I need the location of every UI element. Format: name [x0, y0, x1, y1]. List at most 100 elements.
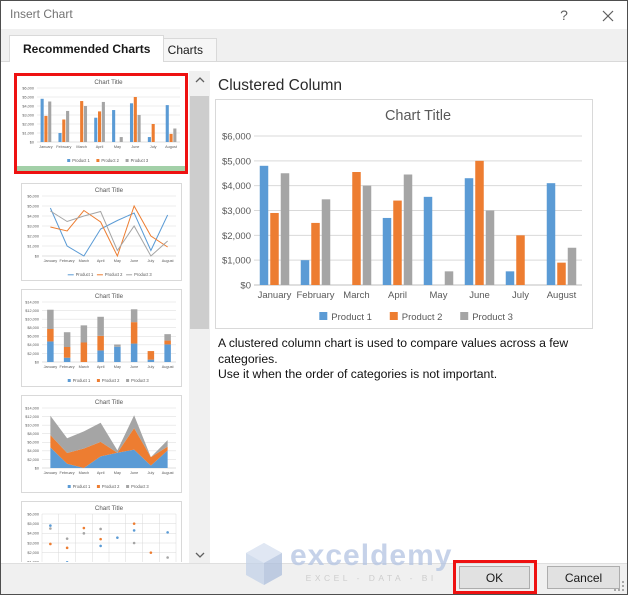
thumbnail-stacked-column-chart[interactable]: Chart Title $0 $2,000 $4,000 $6,000 $8,000 $10… [21, 289, 182, 387]
svg-text:July: July [147, 259, 154, 263]
stacked-area-thumbnail-image: Chart Title $0 $2,000 $4,000 $6,000 $8,000 $10… [22, 396, 181, 492]
svg-text:$0: $0 [35, 254, 39, 258]
svg-text:$1,000: $1,000 [22, 131, 34, 135]
svg-text:$6,000: $6,000 [222, 131, 251, 142]
svg-text:$1,000: $1,000 [27, 561, 39, 562]
svg-text:June: June [469, 290, 490, 301]
svg-text:$3,000: $3,000 [22, 113, 34, 117]
svg-text:$12,000: $12,000 [25, 415, 39, 419]
svg-text:Product 3: Product 3 [131, 378, 149, 383]
dialog-content: Chart Title $0 $1,000 $2,000 $3,000 $4,000 $5,… [1, 62, 627, 563]
tab-recommended-charts[interactable]: Recommended Charts [9, 35, 165, 62]
thumbnail-scatter-chart[interactable]: Chart Title$0$1,000$2,000$3,000$4,000$5,… [21, 501, 182, 562]
svg-text:$5,000: $5,000 [27, 522, 39, 526]
chevron-up-icon [195, 76, 204, 82]
svg-text:$3,000: $3,000 [27, 224, 39, 228]
svg-text:Product 1: Product 1 [73, 484, 91, 489]
tab-strip: Recommended Charts All Charts [1, 29, 627, 62]
svg-text:January: January [39, 145, 53, 149]
svg-text:$4,000: $4,000 [27, 214, 39, 218]
dialog-title: Insert Chart [10, 7, 73, 21]
svg-text:$2,000: $2,000 [27, 352, 39, 356]
annotation-highlight-selected-thumbnail: Chart Title $0 $1,000 $2,000 $3,000 $4,000 $5,… [14, 73, 188, 174]
chart-preview: Chart Title $0 $1,000 $2,000 $3,000 $4,000 $5,… [216, 100, 592, 328]
svg-text:Product 2: Product 2 [105, 272, 123, 277]
svg-text:June: June [130, 365, 138, 369]
svg-text:$2,000: $2,000 [27, 551, 39, 555]
svg-text:June: June [131, 145, 139, 149]
svg-text:March: March [343, 290, 369, 301]
svg-text:$6,000: $6,000 [27, 512, 39, 516]
svg-text:April: April [97, 365, 105, 369]
svg-text:Product 2: Product 2 [402, 312, 443, 323]
svg-text:Product 1: Product 1 [72, 158, 90, 163]
svg-text:$0: $0 [240, 280, 251, 291]
svg-text:$10,000: $10,000 [25, 424, 39, 428]
svg-text:$5,000: $5,000 [27, 204, 39, 208]
svg-text:$2,000: $2,000 [27, 234, 39, 238]
scatter-thumbnail-image: Chart Title$0$1,000$2,000$3,000$4,000$5,… [22, 502, 181, 562]
close-icon [602, 10, 614, 22]
svg-text:February: February [60, 365, 75, 369]
svg-text:April: April [97, 259, 105, 263]
svg-text:Chart Title: Chart Title [385, 108, 451, 124]
svg-text:April: April [388, 290, 407, 301]
svg-text:$4,000: $4,000 [27, 343, 39, 347]
svg-text:August: August [547, 290, 577, 301]
close-button[interactable] [597, 6, 619, 26]
svg-text:$3,000: $3,000 [27, 541, 39, 545]
svg-text:$1,000: $1,000 [222, 256, 251, 267]
svg-text:May: May [114, 365, 121, 369]
svg-text:August: August [162, 365, 175, 369]
svg-text:Chart Title: Chart Title [95, 187, 124, 194]
svg-text:August: August [165, 145, 178, 149]
scroll-down-button[interactable] [189, 546, 210, 563]
svg-text:April: April [96, 145, 104, 149]
thumbnail-clustered-column[interactable]: Chart Title $0 $1,000 $2,000 $3,000 $4,000 $5,… [17, 76, 185, 166]
svg-text:$10,000: $10,000 [25, 318, 39, 322]
svg-text:$8,000: $8,000 [27, 432, 39, 436]
thumbnail-line-chart[interactable]: Chart Title $0 $1,000 $2,000 $3,000 $4,000 $5,… [21, 183, 182, 281]
tab-label: Recommended Charts [23, 42, 151, 56]
svg-text:$1,000: $1,000 [27, 244, 39, 248]
cancel-button[interactable]: Cancel [547, 566, 620, 589]
help-button[interactable]: ? [553, 5, 575, 25]
svg-text:$5,000: $5,000 [222, 156, 251, 167]
svg-text:June: June [130, 259, 138, 263]
svg-text:$5,000: $5,000 [22, 95, 34, 99]
help-icon: ? [560, 7, 568, 23]
svg-text:Product 2: Product 2 [102, 484, 120, 489]
scrollbar-thumb[interactable] [190, 96, 209, 329]
svg-text:$0: $0 [35, 360, 39, 364]
svg-text:Product 1: Product 1 [73, 378, 91, 383]
svg-text:$6,000: $6,000 [22, 86, 34, 90]
description-line: Use it when the order of categories is n… [218, 367, 498, 381]
svg-text:July: July [147, 365, 154, 369]
svg-text:February: February [60, 471, 75, 475]
scroll-up-button[interactable] [189, 71, 210, 88]
chart-description: A clustered column chart is used to comp… [218, 336, 624, 383]
svg-text:$12,000: $12,000 [25, 309, 39, 313]
svg-text:Chart Title: Chart Title [95, 399, 124, 406]
insert-chart-dialog: Insert Chart ? Recommended Charts All Ch… [0, 0, 628, 595]
svg-text:$2,000: $2,000 [22, 122, 34, 126]
svg-text:May: May [114, 259, 121, 263]
thumbnail-list-scrollbar[interactable] [189, 71, 210, 563]
svg-text:$6,000: $6,000 [27, 441, 39, 445]
svg-text:January: January [44, 259, 58, 263]
svg-text:Product 1: Product 1 [76, 272, 94, 277]
svg-text:Product 1: Product 1 [331, 312, 372, 323]
svg-text:$3,000: $3,000 [222, 206, 251, 217]
thumbnail-stacked-area-chart[interactable]: Chart Title $0 $2,000 $4,000 $6,000 $8,000 $10… [21, 395, 182, 493]
line-chart-thumbnail-image: Chart Title $0 $1,000 $2,000 $3,000 $4,000 $5,… [22, 184, 181, 280]
svg-text:March: March [76, 145, 87, 149]
svg-text:$14,000: $14,000 [25, 300, 39, 304]
description-line: A clustered column chart is used to comp… [218, 336, 569, 366]
svg-text:February: February [296, 290, 334, 301]
ok-button[interactable]: OK [459, 566, 530, 589]
chart-preview-box: Chart Title $0 $1,000 $2,000 $3,000 $4,000 $5,… [215, 99, 593, 329]
svg-text:Product 2: Product 2 [102, 378, 120, 383]
svg-text:$4,000: $4,000 [27, 532, 39, 536]
svg-text:Product 3: Product 3 [131, 158, 149, 163]
svg-text:$4,000: $4,000 [22, 104, 34, 108]
